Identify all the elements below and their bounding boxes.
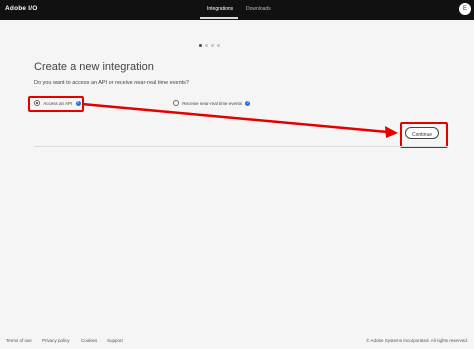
integration-question: Do you want to access an API or receive …	[34, 80, 189, 86]
arrow-line	[81, 102, 389, 134]
step-dot-2	[205, 44, 208, 47]
footer-link-support[interactable]: Support	[107, 338, 123, 343]
brand-logo-text[interactable]: Adobe I/O	[5, 5, 38, 12]
footer-link-cookies[interactable]: Cookies	[81, 338, 97, 343]
step-dot-4	[217, 44, 220, 47]
arrow-head	[385, 126, 398, 138]
content-divider	[34, 146, 448, 147]
option-receive-events-label: Receive near-real time events	[182, 100, 243, 106]
highlight-box-api-option	[28, 96, 84, 112]
step-dot-3	[211, 44, 214, 47]
copyright-text: © Adobe Systems Incorporated. All rights…	[366, 338, 468, 343]
footer-link-terms[interactable]: Terms of use	[6, 338, 32, 343]
footer: Terms of use Privacy policy Cookies Supp…	[0, 338, 474, 349]
tab-integrations[interactable]: Integrations	[207, 6, 233, 12]
info-icon[interactable]: ?	[245, 100, 251, 106]
top-nav-bar: Adobe I/O Integrations Downloads E	[0, 0, 474, 20]
radio-button-unchecked[interactable]	[173, 100, 179, 106]
option-receive-events[interactable]: Receive near-real time events ?	[173, 100, 251, 106]
user-avatar[interactable]: E	[459, 3, 471, 15]
highlight-box-continue	[400, 122, 448, 148]
page-title: Create a new integration	[34, 61, 154, 73]
active-tab-indicator	[200, 17, 238, 19]
tab-downloads[interactable]: Downloads	[246, 6, 271, 12]
step-dot-1	[199, 44, 202, 47]
footer-link-privacy[interactable]: Privacy policy	[42, 338, 70, 343]
annotation-arrow	[81, 102, 398, 138]
